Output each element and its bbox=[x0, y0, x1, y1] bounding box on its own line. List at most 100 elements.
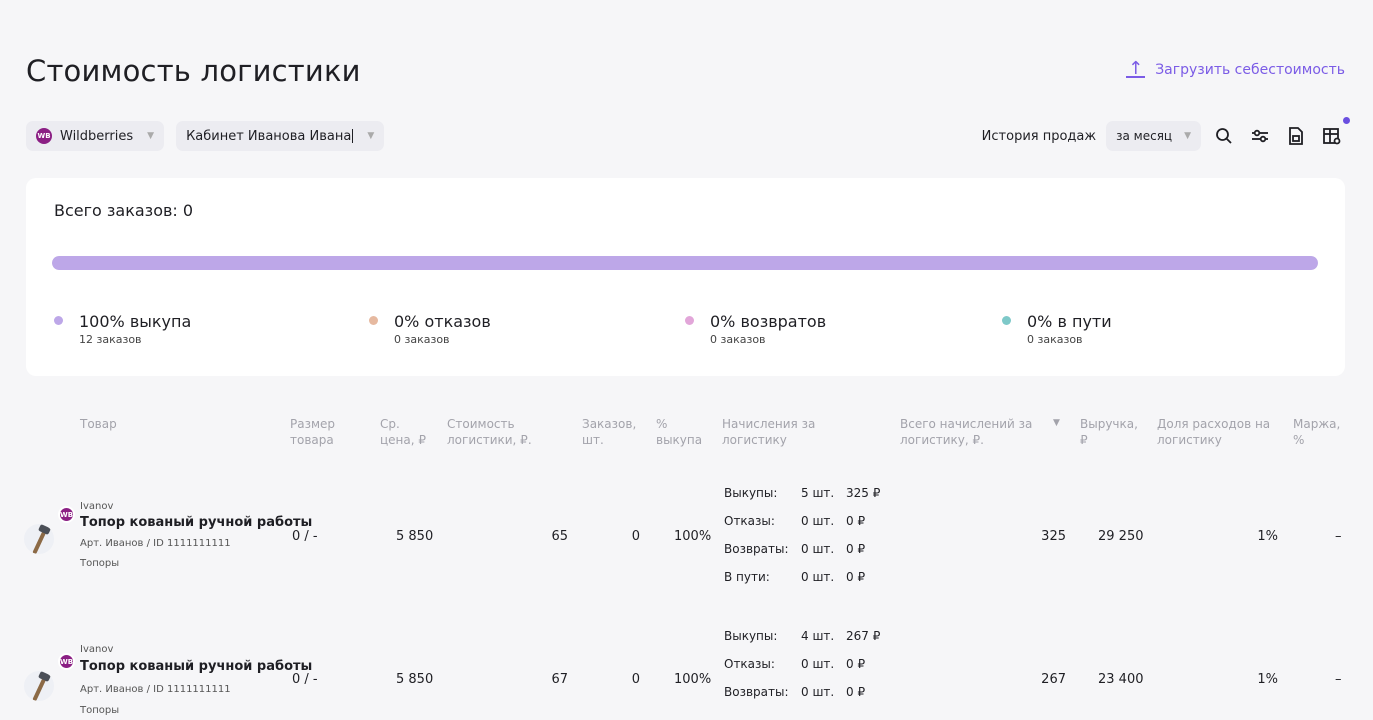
upload-icon: ↑ bbox=[1126, 58, 1146, 79]
product-image bbox=[24, 524, 54, 554]
stat-dot bbox=[685, 316, 694, 325]
product-article: Арт. Иванов / ID 1111111111 bbox=[80, 684, 231, 695]
table-settings-icon[interactable] bbox=[1319, 117, 1350, 149]
marketplace-value: Wildberries bbox=[60, 128, 134, 144]
product-avg-price: 5 850 bbox=[396, 529, 434, 544]
accrual-transit-label: В пути: bbox=[724, 570, 770, 584]
product-revenue: 29 250 bbox=[1098, 529, 1144, 544]
chevron-down-icon: ▼ bbox=[367, 131, 375, 141]
filters-bar: WB Wildberries ▼ Кабинет Иванова Ивана ▼ bbox=[26, 121, 385, 151]
buyout-progress-fill bbox=[52, 256, 1318, 270]
product-size: 0 / - bbox=[292, 672, 318, 687]
col-accruals[interactable]: Начисления за логистику bbox=[722, 416, 815, 448]
toolbar: История продаж за месяц ▼ bbox=[981, 117, 1350, 151]
orders-summary-card: Всего заказов: 0 100% выкупа 12 заказов … bbox=[26, 178, 1345, 376]
col-buyout[interactable]: % выкупа bbox=[656, 416, 702, 448]
accrual-transit-qty: 0 шт. bbox=[801, 570, 835, 584]
accrual-returns-qty: 0 шт. bbox=[801, 685, 835, 699]
product-article: Арт. Иванов / ID 1111111111 bbox=[80, 538, 231, 549]
accrual-refusals-sum: 0 ₽ bbox=[846, 657, 866, 671]
stat-returns-count: 0 заказов bbox=[710, 333, 766, 346]
period-select[interactable]: за месяц ▼ bbox=[1106, 121, 1201, 151]
product-category: Топоры bbox=[80, 705, 120, 716]
col-total-accruals[interactable]: Всего начислений за логистику, ₽. bbox=[900, 416, 1032, 448]
product-orders: 0 bbox=[631, 672, 640, 687]
stat-refusals: 0% отказов 0 заказов bbox=[369, 312, 491, 346]
cabinet-value: Кабинет Иванова Ивана bbox=[186, 128, 354, 144]
product-avg-price: 5 850 bbox=[396, 672, 434, 687]
search-icon[interactable] bbox=[1211, 123, 1237, 149]
stat-buyout-count: 12 заказов bbox=[79, 333, 142, 346]
stat-dot bbox=[369, 316, 378, 325]
stat-refusals-percent: 0% отказов bbox=[394, 312, 491, 331]
stat-dot bbox=[1002, 316, 1011, 325]
col-product[interactable]: Товар bbox=[80, 416, 117, 432]
accrual-buyouts-sum: 267 ₽ bbox=[846, 629, 881, 643]
cabinet-select[interactable]: Кабинет Иванова Ивана ▼ bbox=[176, 121, 385, 151]
stat-buyout: 100% выкупа 12 заказов bbox=[54, 312, 191, 346]
accrual-buyouts-label: Выкупы: bbox=[724, 629, 778, 643]
table-row[interactable]: WB Ivanov Топор кованый ручной работы Ар… bbox=[0, 625, 1373, 720]
accrual-buyouts-qty: 4 шт. bbox=[801, 629, 835, 643]
product-seller: Ivanov bbox=[80, 644, 114, 655]
stat-dot bbox=[54, 316, 63, 325]
product-name[interactable]: Топор кованый ручной работы bbox=[80, 515, 312, 530]
page-title: Стоимость логистики bbox=[26, 54, 361, 88]
col-revenue[interactable]: Выручка, ₽ bbox=[1080, 416, 1138, 448]
product-image bbox=[24, 671, 54, 701]
product-orders: 0 bbox=[631, 529, 640, 544]
product-revenue: 23 400 bbox=[1098, 672, 1144, 687]
upload-cost-link[interactable]: ↑ Загрузить себестоимость bbox=[1126, 58, 1345, 79]
wildberries-logo-icon: WB bbox=[58, 653, 75, 670]
buyout-progress-bar bbox=[52, 256, 1318, 270]
sales-history-label: История продаж bbox=[981, 128, 1097, 144]
filter-sliders-icon[interactable] bbox=[1247, 123, 1273, 149]
col-margin[interactable]: Маржа, % bbox=[1293, 416, 1340, 448]
product-margin: – bbox=[1335, 529, 1342, 544]
stat-in-transit-count: 0 заказов bbox=[1027, 333, 1083, 346]
stat-returns-percent: 0% возвратов bbox=[710, 312, 827, 331]
accrual-buyouts-label: Выкупы: bbox=[724, 486, 778, 500]
wildberries-logo-icon: WB bbox=[36, 128, 52, 144]
accrual-refusals-qty: 0 шт. bbox=[801, 657, 835, 671]
stat-in-transit: 0% в пути 0 заказов bbox=[1002, 312, 1112, 346]
table-row[interactable]: WB Ivanov Топор кованый ручной работы Ар… bbox=[0, 478, 1373, 618]
notification-dot bbox=[1343, 117, 1350, 124]
product-seller: Ivanov bbox=[80, 501, 114, 512]
product-buyout: 100% bbox=[674, 672, 712, 687]
accrual-returns-qty: 0 шт. bbox=[801, 542, 835, 556]
marketplace-select[interactable]: WB Wildberries ▼ bbox=[26, 121, 165, 151]
accrual-returns-sum: 0 ₽ bbox=[846, 685, 866, 699]
accrual-refusals-qty: 0 шт. bbox=[801, 514, 835, 528]
product-margin: – bbox=[1335, 672, 1342, 687]
wildberries-logo-icon: WB bbox=[58, 506, 75, 523]
stat-in-transit-percent: 0% в пути bbox=[1027, 312, 1112, 331]
accrual-transit-sum: 0 ₽ bbox=[846, 570, 866, 584]
col-logistics-cost[interactable]: Стоимость логистики, ₽. bbox=[447, 416, 532, 448]
product-total-accruals: 325 bbox=[1041, 529, 1066, 544]
chevron-down-icon: ▼ bbox=[1184, 131, 1191, 141]
product-category: Топоры bbox=[80, 558, 120, 569]
chevron-down-icon: ▼ bbox=[147, 131, 155, 141]
accrual-returns-label: Возвраты: bbox=[724, 542, 789, 556]
accrual-refusals-sum: 0 ₽ bbox=[846, 514, 866, 528]
stat-buyout-percent: 100% выкупа bbox=[79, 312, 192, 331]
accrual-refusals-label: Отказы: bbox=[724, 657, 775, 671]
col-orders[interactable]: Заказов, шт. bbox=[582, 416, 636, 448]
stat-returns: 0% возвратов 0 заказов bbox=[685, 312, 826, 346]
product-name[interactable]: Топор кованый ручной работы bbox=[80, 659, 312, 674]
accrual-buyouts-sum: 325 ₽ bbox=[846, 486, 881, 500]
accrual-buyouts-qty: 5 шт. bbox=[801, 486, 835, 500]
col-avg-price[interactable]: Ср. цена, ₽ bbox=[380, 416, 426, 448]
col-size[interactable]: Размер товара bbox=[290, 416, 335, 448]
product-buyout: 100% bbox=[674, 529, 712, 544]
accrual-returns-sum: 0 ₽ bbox=[846, 542, 866, 556]
accrual-returns-label: Возвраты: bbox=[724, 685, 789, 699]
product-logistics-cost: 67 bbox=[551, 672, 568, 687]
sort-desc-icon[interactable]: ▼ bbox=[1053, 418, 1060, 428]
col-logistics-share[interactable]: Доля расходов на логистику bbox=[1157, 416, 1270, 448]
product-logistics-cost: 65 bbox=[551, 529, 568, 544]
export-file-icon[interactable] bbox=[1283, 123, 1309, 149]
product-logistics-share: 1% bbox=[1257, 672, 1278, 687]
accrual-refusals-label: Отказы: bbox=[724, 514, 775, 528]
